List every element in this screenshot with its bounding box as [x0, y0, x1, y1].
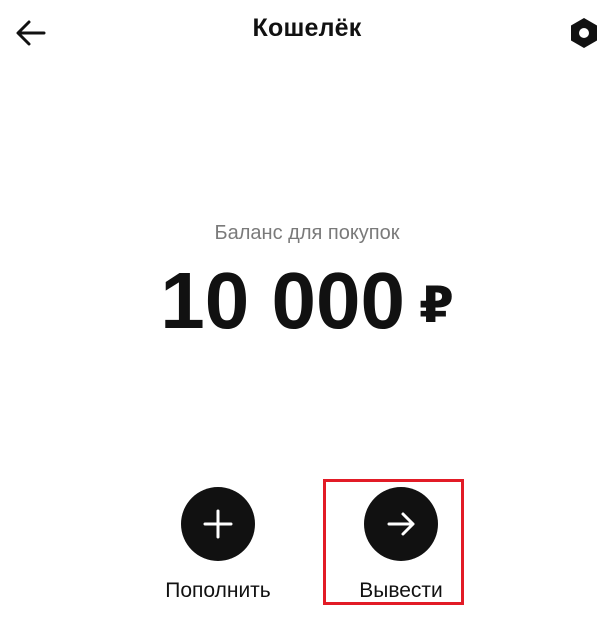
topup-button[interactable]: Пополнить: [143, 487, 293, 603]
app-header: Кошелёк: [0, 0, 614, 64]
page-title: Кошелёк: [252, 14, 362, 42]
withdraw-circle[interactable]: [364, 487, 438, 561]
plus-icon: [203, 509, 233, 539]
arrow-right-icon: [387, 512, 415, 536]
topup-label: Пополнить: [165, 579, 271, 602]
withdraw-label: Вывести: [359, 579, 443, 602]
balance-value: 10 000: [160, 256, 405, 345]
topup-circle[interactable]: [181, 487, 255, 561]
withdraw-button[interactable]: Вывести: [326, 487, 476, 603]
settings-button[interactable]: [567, 16, 601, 50]
currency-symbol: ₽: [418, 277, 454, 333]
hexagon-settings-icon: [571, 18, 597, 48]
balance-label: Баланс для покупок: [214, 222, 400, 244]
balance-amount: 10 000 ₽: [0, 258, 614, 348]
